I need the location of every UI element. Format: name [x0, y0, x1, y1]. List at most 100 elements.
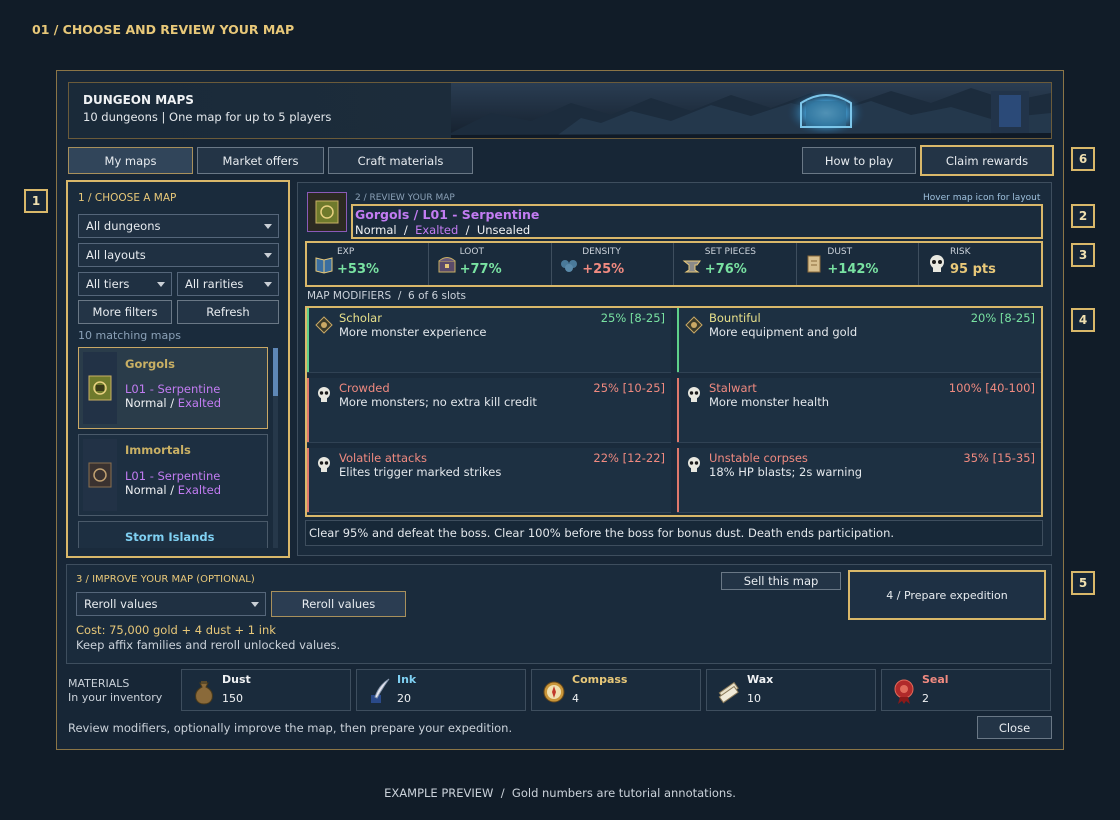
how-to-play-button[interactable]: How to play [802, 147, 916, 174]
rune-icon [685, 316, 703, 334]
modifier-value: 22% [12-22] [593, 451, 665, 465]
banner-subtitle: 10 dungeons | One map for up to 5 player… [83, 110, 332, 124]
scroll-icon [803, 253, 825, 275]
sell-map-button[interactable]: Sell this map [721, 572, 841, 590]
stat-value: +25% [582, 262, 625, 277]
modifier-description: More monsters; no extra kill credit [339, 395, 537, 409]
more-filters-button[interactable]: More filters [78, 300, 172, 324]
dungeon-art-image [451, 83, 1051, 138]
map-tier-rarity: Normal / Exalted [125, 396, 221, 410]
map-card-gorgols[interactable]: Gorgols L01 - Serpentine Normal / Exalte… [78, 347, 268, 429]
chevron-down-icon [264, 224, 272, 229]
banner-title: DUNGEON MAPS [83, 93, 194, 107]
layout-hint: Hover map icon for layout [923, 193, 1041, 203]
modifier-value: 35% [15-35] [963, 451, 1035, 465]
compass-icon [542, 677, 566, 705]
skull-icon [926, 253, 948, 275]
modifier-name: Bountiful [709, 311, 761, 325]
book-icon [313, 253, 335, 275]
map-tier-rarity: Normal / Exalted [125, 483, 221, 497]
material-dust: Dust 150 [181, 669, 351, 711]
stat-value: 95 pts [950, 262, 996, 277]
chevron-down-icon [157, 282, 165, 287]
material-name: Ink [397, 673, 417, 686]
map-dungeon-name: Storm Islands [125, 530, 215, 544]
review-map-name: Gorgols / L01 - Serpentine [355, 207, 540, 222]
modifier-description: More monster experience [339, 325, 487, 339]
stat-value: +142% [827, 262, 879, 277]
map-thumbnail-icon [83, 439, 117, 511]
tier-filter-select[interactable]: All tiers [78, 272, 172, 296]
skull-icon [315, 386, 333, 404]
claim-rewards-button[interactable]: Claim rewards [920, 145, 1054, 176]
map-layout-name: L01 - Serpentine [125, 382, 221, 396]
annotation-4: 4 [1071, 308, 1095, 332]
modifier-description: More monster health [709, 395, 830, 409]
caption: EXAMPLE PREVIEW / Gold numbers are tutor… [384, 786, 736, 800]
tab-craft-materials[interactable]: Craft materials [328, 147, 473, 174]
improve-action-select[interactable]: Reroll values [76, 592, 266, 616]
clear-rules-text: Clear 95% and defeat the boss. Clear 100… [305, 520, 1043, 546]
material-count: 10 [747, 692, 761, 705]
skull-icon [685, 456, 703, 474]
rarity-filter-select[interactable]: All rarities [177, 272, 279, 296]
monsters-icon [558, 253, 580, 275]
tab-my-maps[interactable]: My maps [68, 147, 193, 174]
annotation-1: 1 [24, 189, 48, 213]
modifier-scholar[interactable]: Scholar More monster experience 25% [8-25] [307, 308, 671, 373]
selected-map-icon[interactable] [307, 192, 347, 232]
layout-filter-select[interactable]: All layouts [78, 243, 279, 267]
modifier-bountiful[interactable]: Bountiful More equipment and gold 20% [8-2… [677, 308, 1041, 373]
refresh-button[interactable]: Refresh [177, 300, 279, 324]
map-dungeon-name: Immortals [125, 443, 191, 457]
reroll-values-button[interactable]: Reroll values [271, 591, 406, 617]
material-name: Dust [222, 673, 251, 686]
review-heading: 2 / REVIEW YOUR MAP [355, 193, 455, 203]
modifiers-heading: MAP MODIFIERS / 6 of 6 slots [307, 290, 466, 302]
modifier-value: 100% [40-100] [948, 381, 1035, 395]
stat-label: DUST [827, 247, 853, 257]
annotation-6: 6 [1071, 147, 1095, 171]
modifier-name: Unstable corpses [709, 451, 808, 465]
material-name: Wax [747, 673, 774, 686]
map-card-immortals[interactable]: Immortals L01 - Serpentine Normal / Exal… [78, 434, 268, 516]
chest-icon [436, 253, 458, 275]
choose-heading: 1 / CHOOSE A MAP [78, 192, 177, 204]
stat-dust: DUST +142% [797, 243, 920, 285]
stat-label: EXP [337, 247, 355, 257]
dust-bag-icon [192, 677, 216, 705]
dungeon-filter-value: All dungeons [86, 219, 161, 233]
layout-filter-value: All layouts [86, 248, 146, 262]
modifier-value: 25% [8-25] [600, 311, 665, 325]
material-count: 2 [922, 692, 929, 705]
seal-icon [892, 677, 916, 705]
material-name: Compass [572, 673, 628, 686]
material-count: 150 [222, 692, 243, 705]
close-button[interactable]: Close [977, 716, 1052, 739]
stat-set-pieces: SET PIECES +76% [675, 243, 797, 285]
scrollbar-thumb[interactable] [273, 348, 278, 396]
map-thumbnail-icon [83, 352, 117, 424]
map-list-scrollbar[interactable] [273, 348, 278, 548]
map-layout-name: L01 - Serpentine [125, 469, 221, 483]
modifier-name: Scholar [339, 311, 382, 325]
modifier-volatile-attacks[interactable]: Volatile attacks Elites trigger marked st… [307, 448, 671, 513]
rarity-filter-value: All rarities [185, 277, 244, 291]
modifier-value: 20% [8-25] [970, 311, 1035, 325]
anvil-icon [681, 253, 703, 275]
modifier-unstable-corpses[interactable]: Unstable corpses 18% HP blasts; 2s warnin… [677, 448, 1041, 513]
map-card-storm-islands[interactable]: Storm Islands [78, 521, 268, 548]
modifier-name: Crowded [339, 381, 390, 395]
material-name: Seal [922, 673, 949, 686]
prepare-expedition-button[interactable]: 4 / Prepare expedition [848, 570, 1046, 620]
material-count: 20 [397, 692, 411, 705]
tab-market-offers[interactable]: Market offers [197, 147, 324, 174]
rune-icon [315, 316, 333, 334]
modifier-description: 18% HP blasts; 2s warning [709, 465, 863, 479]
modifier-stalwart[interactable]: Stalwart More monster health 100% [40-100] [677, 378, 1041, 443]
tier-filter-value: All tiers [86, 277, 130, 291]
modifier-name: Volatile attacks [339, 451, 427, 465]
modifier-crowded[interactable]: Crowded More monsters; no extra kill cred… [307, 378, 671, 443]
materials-heading: MATERIALS [68, 677, 130, 690]
dungeon-filter-select[interactable]: All dungeons [78, 214, 279, 238]
